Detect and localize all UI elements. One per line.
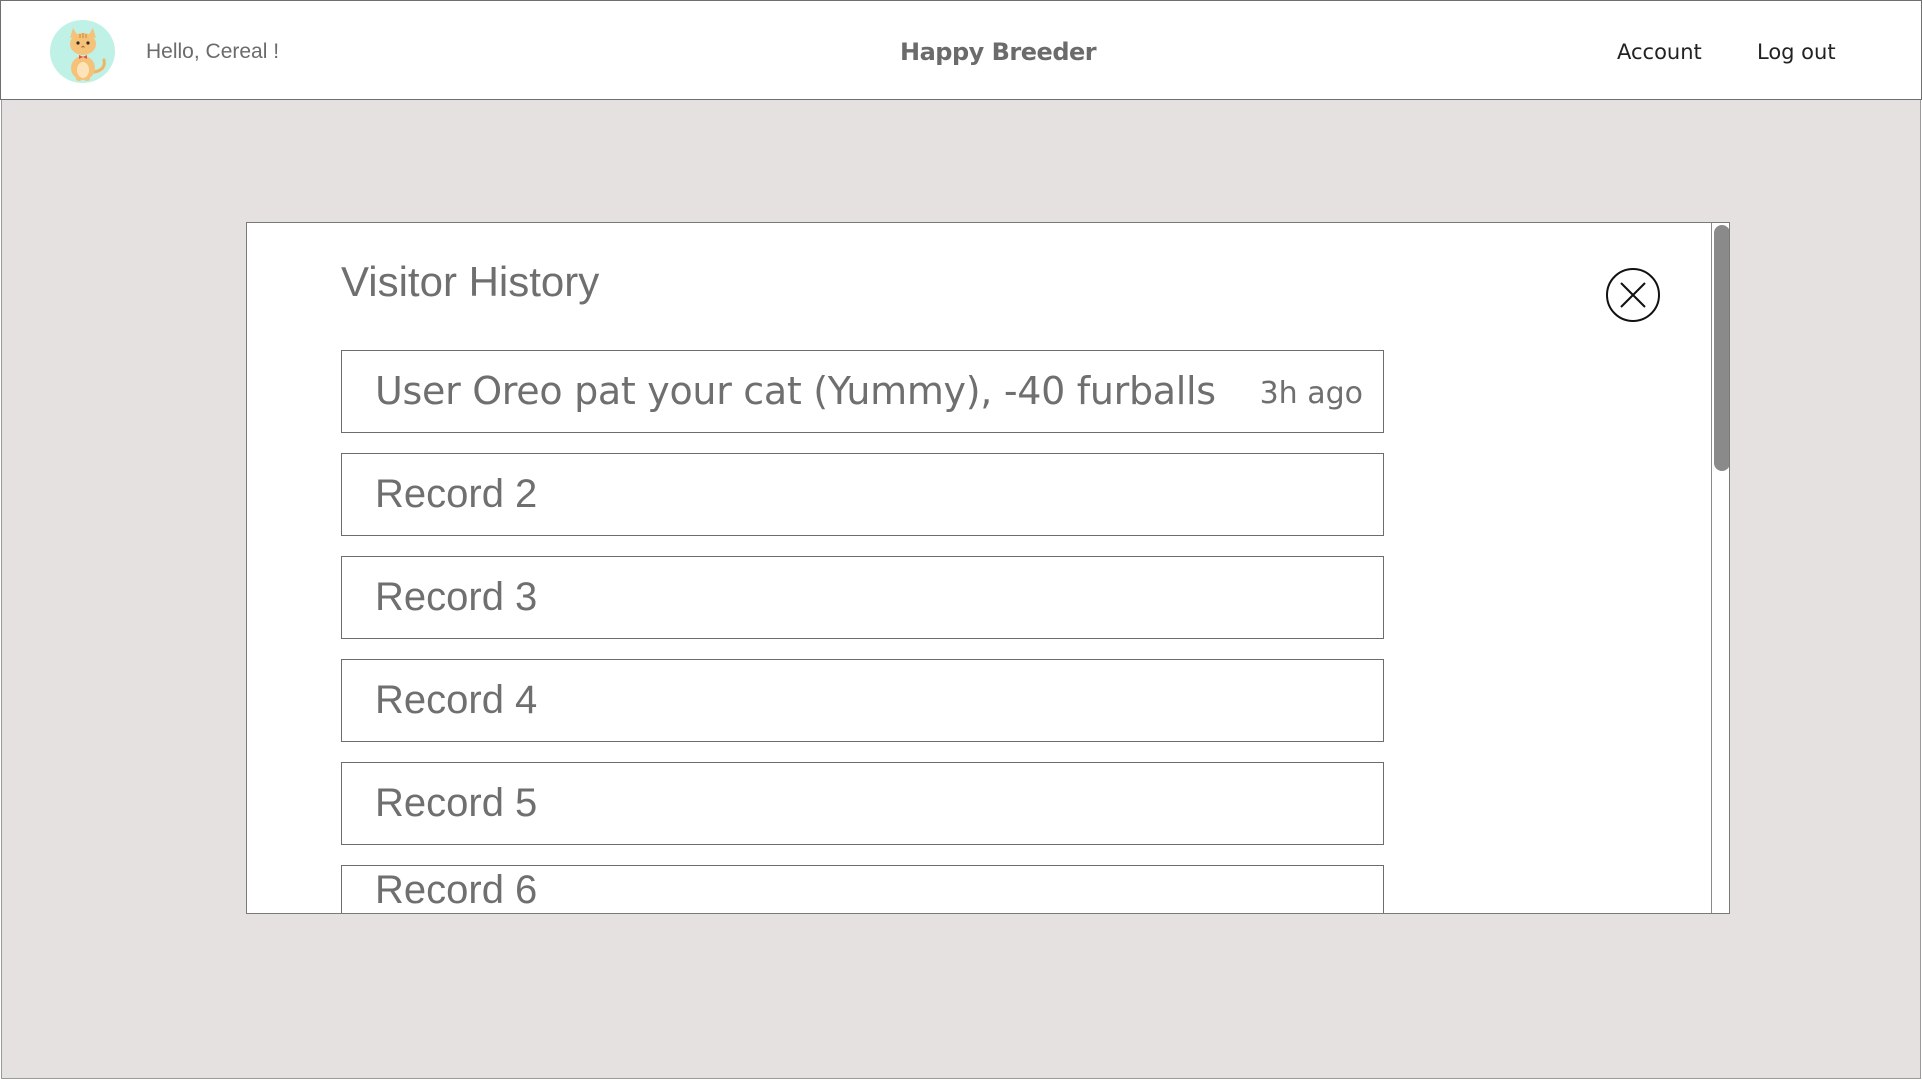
history-record[interactable]: Record 3 [341,556,1384,639]
history-record[interactable]: Record 5 [341,762,1384,845]
visitor-history-modal: Visitor History User Oreo pat your cat (… [246,222,1730,914]
record-text: User Oreo pat your cat (Yummy), -40 furb… [375,369,1216,413]
brand-title: Happy Breeder [900,38,1097,66]
history-record[interactable]: Record 6 [341,865,1384,913]
history-record[interactable]: Record 2 [341,453,1384,536]
record-time: 3h ago [1259,376,1363,411]
close-icon[interactable] [1605,267,1661,323]
modal-title: Visitor History [341,258,600,305]
record-text: Record 2 [375,472,538,516]
record-text: Record 4 [375,678,538,722]
history-record[interactable]: Record 4 [341,659,1384,742]
cat-illustration [70,28,106,81]
top-bar: Hello, Cereal ! Happy Breeder Account Lo… [0,0,1922,100]
history-record[interactable]: User Oreo pat your cat (Yummy), -40 furb… [341,350,1384,433]
cat-avatar-icon[interactable] [50,20,115,83]
logout-link[interactable]: Log out [1757,40,1836,64]
record-text: Record 6 [375,868,538,912]
scrollbar-track[interactable] [1711,223,1729,913]
page: Hello, Cereal ! Happy Breeder Account Lo… [0,0,1922,1080]
record-text: Record 5 [375,781,538,825]
greeting-text: Hello, Cereal ! [146,40,280,63]
account-link[interactable]: Account [1617,40,1702,64]
scrollbar-thumb[interactable] [1714,225,1729,471]
record-text: Record 3 [375,575,538,619]
